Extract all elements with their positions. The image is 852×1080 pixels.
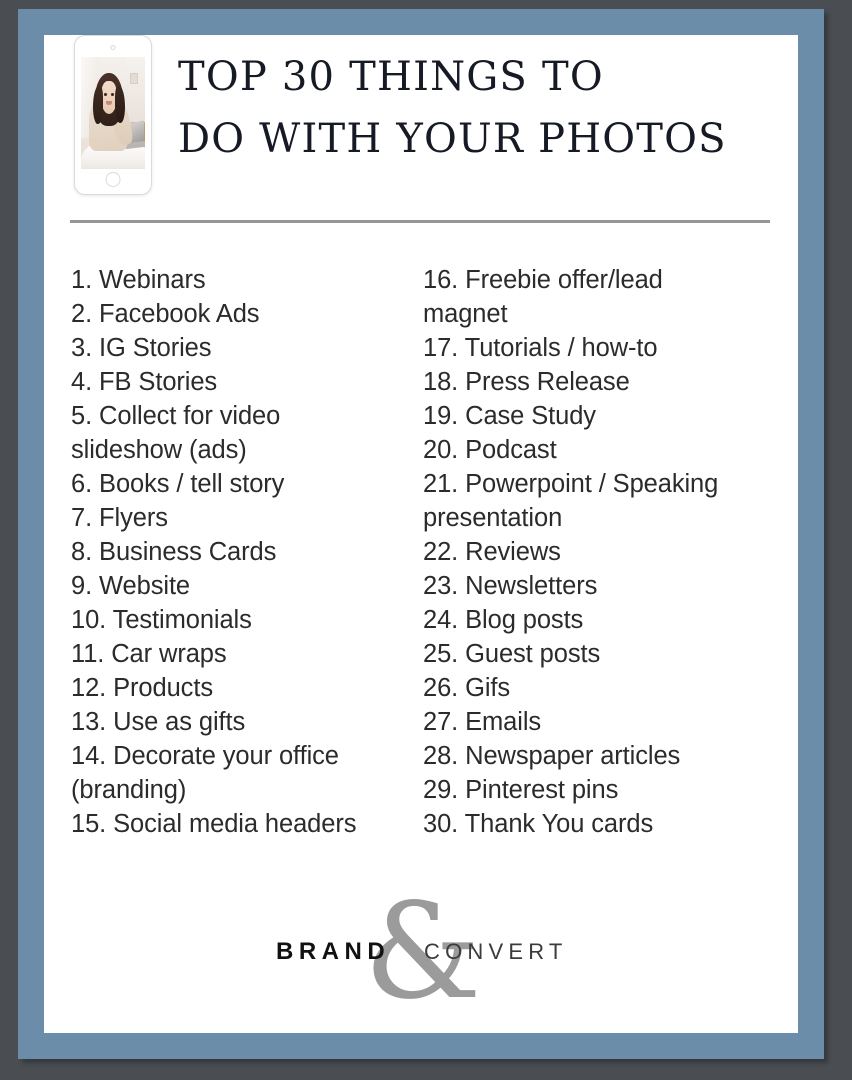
list-item: 28. Newspaper articles	[423, 742, 681, 770]
list-item: 23. Newsletters	[423, 572, 598, 600]
list-item: 4. FB Stories	[71, 368, 218, 396]
list-item: 13. Use as gifts	[71, 708, 246, 736]
list-item: (branding)	[71, 776, 187, 804]
list-item: 12. Products	[71, 674, 213, 702]
list-item: 25. Guest posts	[423, 640, 601, 668]
list-item: 24. Blog posts	[423, 606, 584, 634]
list-item: 9. Website	[71, 572, 191, 600]
page-title: TOP 30 THINGS TO DO WITH YOUR PHOTOS	[178, 46, 738, 170]
list-item: 3. IG Stories	[71, 334, 212, 362]
poster-page: TOP 30 THINGS TO DO WITH YOUR PHOTOS 1. …	[0, 0, 852, 1080]
list-item: 6. Books / tell story	[71, 470, 285, 498]
list-item: 2. Facebook Ads	[71, 300, 260, 328]
phone-screen-photo	[81, 57, 145, 169]
list-item: magnet	[423, 300, 508, 328]
list-item: 5. Collect for video	[71, 402, 281, 430]
logo-brand-word: BRAND	[276, 938, 391, 965]
list-item: 17. Tutorials / how-to	[423, 334, 658, 362]
list-item: 16. Freebie offer/lead	[423, 266, 663, 294]
list-item: 27. Emails	[423, 708, 542, 736]
title-line-2: DO WITH YOUR PHOTOS	[178, 116, 727, 162]
phone-home-button-icon	[105, 172, 121, 187]
list-item: 22. Reviews	[423, 538, 561, 566]
phone-speaker-icon	[110, 45, 116, 50]
header-section: TOP 30 THINGS TO DO WITH YOUR PHOTOS	[0, 18, 852, 198]
list-item: 8. Business Cards	[71, 538, 277, 566]
photo-woman-eye-right	[111, 92, 114, 96]
list-item: 26. Gifs	[423, 674, 511, 702]
logo-convert-word: CONVERT	[424, 939, 568, 964]
iphone-mockup	[74, 35, 152, 195]
list-item: 1. Webinars	[71, 266, 206, 294]
list-item: 15. Social media headers	[71, 810, 357, 838]
photo-wall	[125, 57, 145, 127]
list-item: 14. Decorate your office	[71, 742, 339, 770]
list-item: 29. Pinterest pins	[423, 776, 619, 804]
list-item: 19. Case Study	[423, 402, 596, 430]
title-line-1: TOP 30 THINGS TO	[178, 54, 604, 100]
header-divider	[70, 220, 770, 223]
logo-inner: & BRAND CONVERT	[276, 886, 576, 1020]
list-column-right: 16. Freebie offer/lead magnet 17. Tutorial…	[423, 263, 763, 841]
photo-wall-frame	[129, 72, 138, 84]
list-item: presentation	[423, 504, 563, 532]
list-item: slideshow (ads)	[71, 436, 247, 464]
list-item: 18. Press Release	[423, 368, 630, 396]
list-item: 21. Powerpoint / Speaking	[423, 470, 719, 498]
list-item: 7. Flyers	[71, 504, 168, 532]
list-item: 10. Testimonials	[71, 606, 252, 634]
list-column-left: 1. Webinars 2. Facebook Ads 3. IG Stories 4…	[71, 263, 411, 841]
brand-logo: & BRAND CONVERT	[0, 886, 852, 1020]
list-item: 11. Car wraps	[71, 640, 227, 668]
photo-woman-eye-left	[104, 92, 107, 96]
list-item: 20. Podcast	[423, 436, 557, 464]
list-item: 30. Thank You cards	[423, 810, 654, 838]
